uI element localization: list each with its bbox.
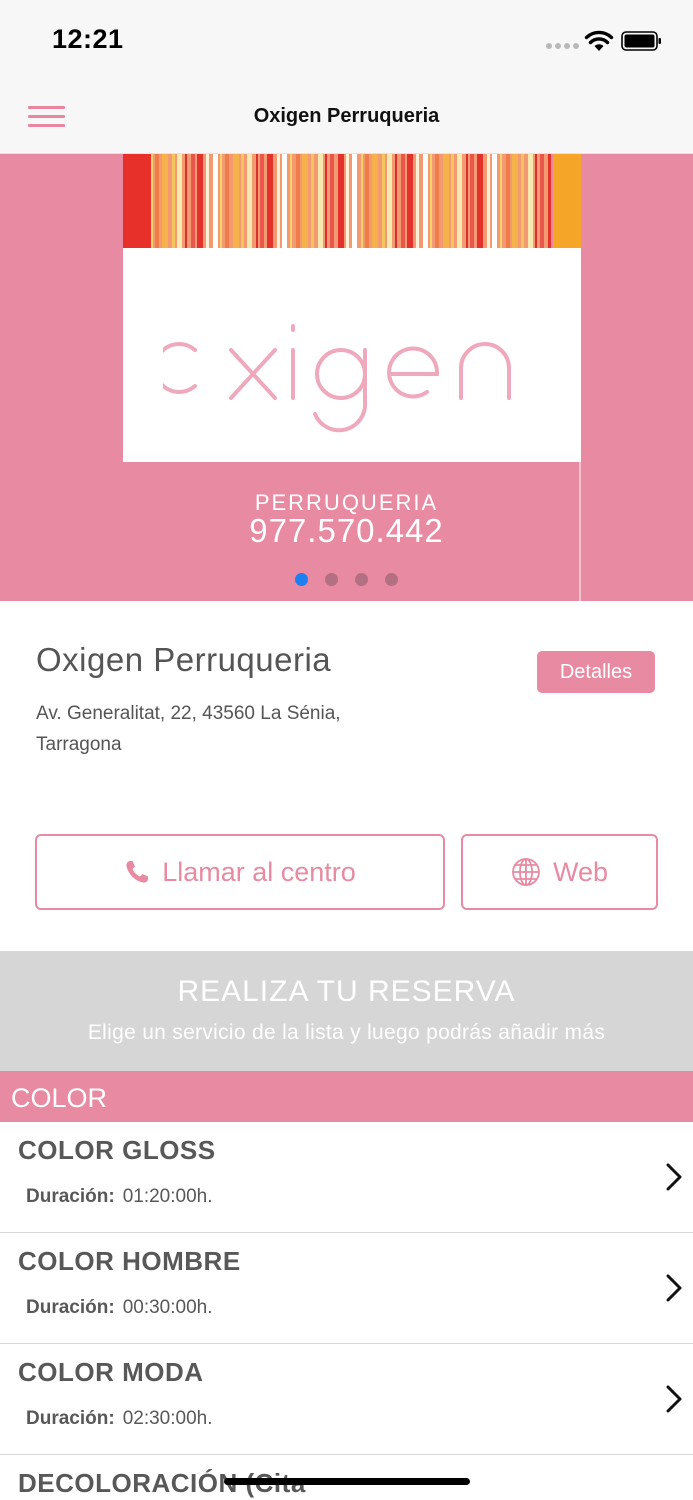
center-info: Oxigen Perruqueria Detalles Av. Generali…: [0, 601, 693, 951]
booking-subtitle: Elige un servicio de la lista y luego po…: [87, 1021, 606, 1044]
phone-icon: [126, 861, 149, 883]
booking-title: REALIZA TU RESERVA: [177, 975, 516, 1008]
service-item[interactable]: COLOR HOMBRE Duración: 00:30:00h.: [0, 1233, 693, 1344]
carousel-dot[interactable]: [355, 573, 368, 586]
service-item[interactable]: COLOR MODA Duración: 02:30:00h.: [0, 1344, 693, 1455]
address-line: Tarragona: [36, 734, 122, 755]
banner-phone: 977.570.442: [249, 512, 444, 549]
category-header: COLOR: [0, 1071, 693, 1122]
chevron-right-icon: [666, 1274, 682, 1302]
home-indicator: [224, 1478, 470, 1485]
details-button[interactable]: Detalles: [537, 651, 655, 693]
duration-value: 01:20:00h.: [122, 1186, 213, 1207]
carousel-dot[interactable]: [385, 573, 398, 586]
stripes-decoration: [123, 154, 581, 248]
oxigen-logo: [163, 324, 511, 433]
address-line: Av. Generalitat, 22, 43560 La Sénia,: [36, 703, 341, 724]
booking-header: REALIZA TU RESERVA Elige un servicio de …: [0, 951, 693, 1071]
duration-label: Duración:: [26, 1408, 115, 1429]
globe-icon: [512, 858, 540, 886]
battery-icon: [621, 31, 661, 51]
status-time: 12:21: [52, 24, 124, 54]
carousel-dot[interactable]: [325, 573, 338, 586]
call-center-label: Llamar al centro: [162, 856, 356, 887]
web-label: Web: [552, 856, 609, 887]
page-title: Oxigen Perruqueria: [253, 105, 440, 127]
service-name: COLOR GLOSS: [18, 1135, 216, 1165]
service-duration: Duración: 00:30:00h.: [26, 1297, 213, 1319]
wifi-icon: [584, 30, 614, 51]
duration-value: 02:30:00h.: [122, 1408, 213, 1429]
web-button[interactable]: Web: [461, 834, 658, 910]
category-title: COLOR: [11, 1083, 108, 1113]
call-center-button[interactable]: Llamar al centro: [35, 834, 445, 910]
service-name: COLOR MODA: [18, 1357, 204, 1387]
duration-value: 00:30:00h.: [122, 1297, 213, 1318]
service-duration: Duración: 01:20:00h.: [26, 1186, 213, 1208]
carousel-dot[interactable]: [295, 573, 308, 586]
center-address: Av. Generalitat, 22, 43560 La Sénia, Tar…: [36, 698, 416, 760]
image-carousel[interactable]: PERRUQUERIA 977.570.442: [0, 154, 693, 601]
navigation-bar: Oxigen Perruqueria: [0, 80, 693, 154]
chevron-right-icon: [666, 1385, 682, 1413]
cellular-signal-icon: [546, 43, 579, 49]
service-duration: Duración: 02:30:00h.: [26, 1408, 213, 1430]
center-name: Oxigen Perruqueria: [36, 641, 332, 678]
chevron-right-icon: [666, 1163, 682, 1191]
duration-label: Duración:: [26, 1186, 115, 1207]
carousel-pagination: [295, 573, 398, 586]
status-bar: 12:21: [0, 0, 693, 80]
duration-label: Duración:: [26, 1297, 115, 1318]
service-item[interactable]: COLOR GLOSS Duración: 01:20:00h.: [0, 1122, 693, 1233]
service-name: COLOR HOMBRE: [18, 1246, 241, 1276]
